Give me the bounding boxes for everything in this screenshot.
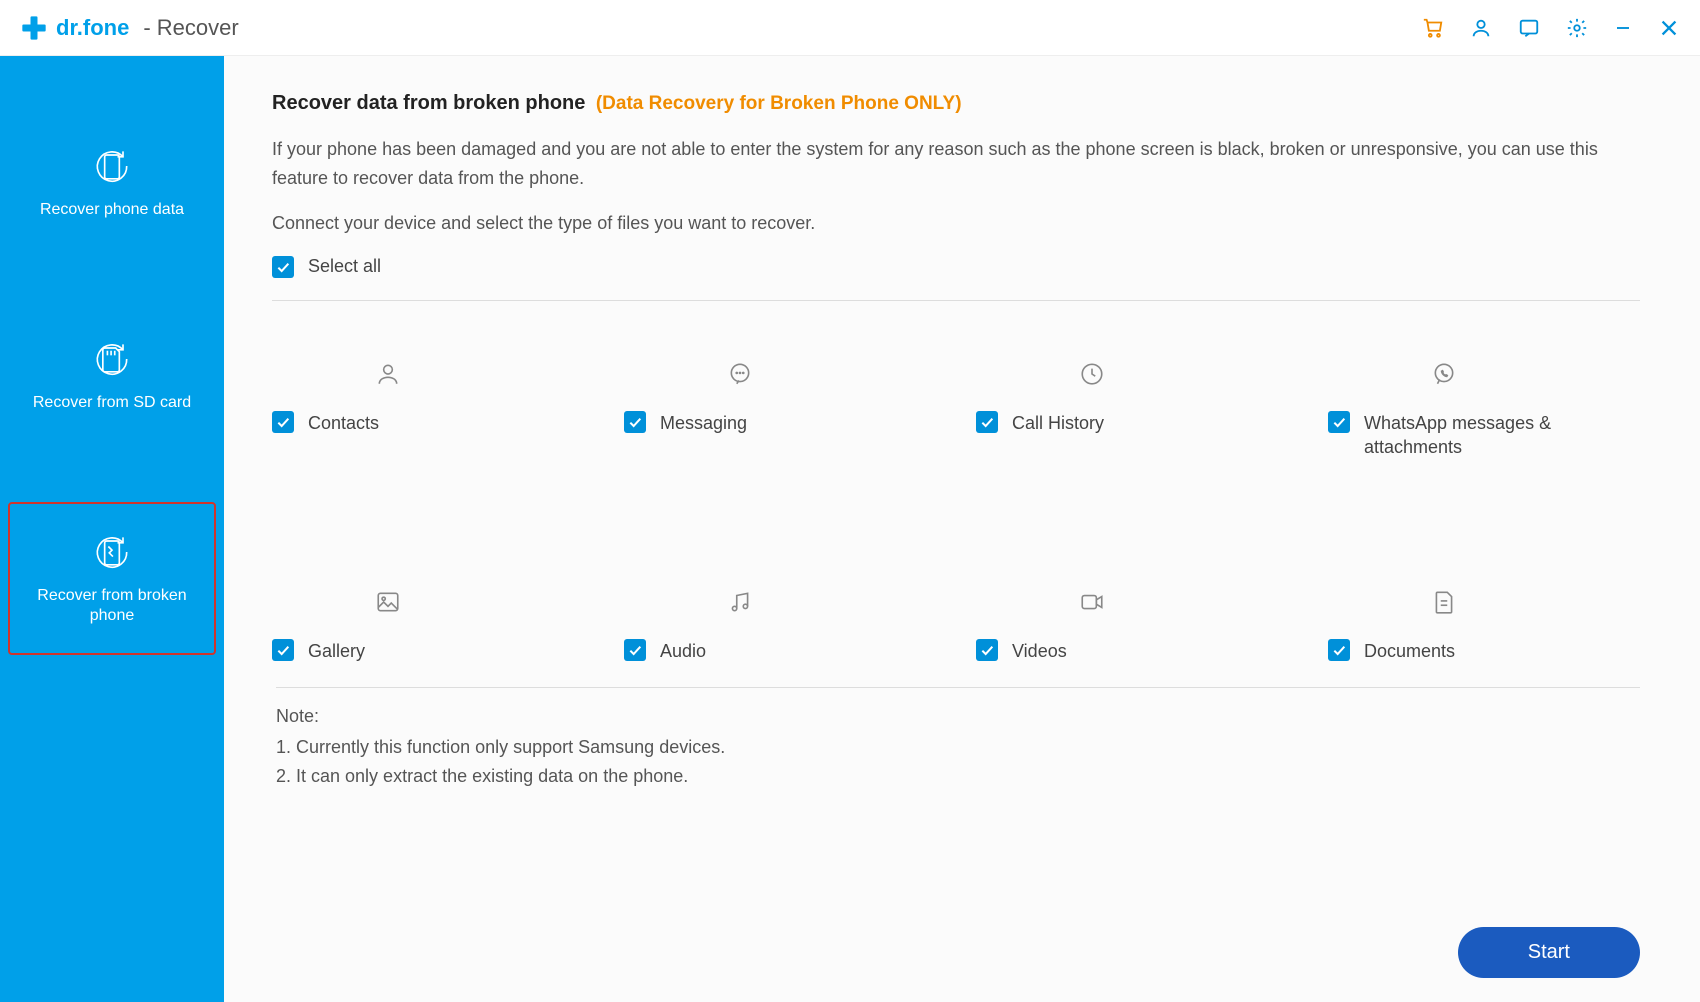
whatsapp-checkbox[interactable] xyxy=(1328,411,1350,433)
instruction-text: Connect your device and select the type … xyxy=(272,213,1640,234)
whatsapp-icon xyxy=(1431,361,1457,387)
minimize-icon[interactable] xyxy=(1614,17,1632,39)
select-all-checkbox[interactable] xyxy=(272,256,294,278)
datatype-audio: Audio xyxy=(624,589,936,663)
notes-line1: 1. Currently this function only support … xyxy=(276,733,1640,762)
notes: Note: 1. Currently this function only su… xyxy=(276,687,1640,790)
gallery-checkbox[interactable] xyxy=(272,639,294,661)
footer: Start xyxy=(1458,927,1640,978)
main-panel: Recover data from broken phone (Data Rec… xyxy=(224,56,1700,1002)
documents-checkbox[interactable] xyxy=(1328,639,1350,661)
page-subtitle: (Data Recovery for Broken Phone ONLY) xyxy=(596,93,962,114)
audio-icon xyxy=(727,589,753,615)
logo-area: dr.fone - Recover xyxy=(20,14,239,42)
datatype-label: Contacts xyxy=(308,411,379,435)
datatype-gallery: Gallery xyxy=(272,589,584,663)
plus-logo-icon xyxy=(20,14,48,42)
datatype-contacts: Contacts xyxy=(272,361,584,460)
datatype-label: Documents xyxy=(1364,639,1455,663)
close-icon[interactable] xyxy=(1658,17,1680,39)
datatype-whatsapp: WhatsApp messages & attachments xyxy=(1328,361,1640,460)
page-title: Recover data from broken phone xyxy=(272,92,585,114)
datatype-label: Videos xyxy=(1012,639,1067,663)
datatype-documents: Documents xyxy=(1328,589,1640,663)
select-all-row: Select all xyxy=(272,256,1640,301)
datatype-label: Gallery xyxy=(308,639,365,663)
contacts-checkbox[interactable] xyxy=(272,411,294,433)
datatype-messaging: Messaging xyxy=(624,361,936,460)
broken-phone-icon xyxy=(90,530,134,574)
datatype-callhistory: Call History xyxy=(976,361,1288,460)
datatype-label: Audio xyxy=(660,639,706,663)
description-text: If your phone has been damaged and you a… xyxy=(272,135,1612,193)
select-all-label: Select all xyxy=(308,256,381,277)
video-icon xyxy=(1079,589,1105,615)
messaging-icon xyxy=(727,361,753,387)
titlebar-controls xyxy=(1422,17,1680,39)
document-icon xyxy=(1431,589,1457,615)
sidebar-item-label: Recover from SD card xyxy=(33,393,191,414)
brand-text: dr.fone xyxy=(56,15,129,41)
sidebar-item-recover-sd[interactable]: Recover from SD card xyxy=(0,309,224,442)
phone-recover-icon xyxy=(90,144,134,188)
notes-title: Note: xyxy=(276,702,1640,731)
datatype-label: WhatsApp messages & attachments xyxy=(1364,411,1564,460)
module-text: - Recover xyxy=(143,15,238,41)
datatype-label: Messaging xyxy=(660,411,747,435)
gear-icon[interactable] xyxy=(1566,17,1588,39)
sidebar-item-label: Recover phone data xyxy=(40,200,184,221)
contacts-icon xyxy=(375,361,401,387)
user-icon[interactable] xyxy=(1470,17,1492,39)
datatype-grid: Contacts Messaging Call History WhatsApp… xyxy=(272,361,1640,664)
sidebar-item-recover-phone[interactable]: Recover phone data xyxy=(0,116,224,249)
messaging-checkbox[interactable] xyxy=(624,411,646,433)
sidebar: Recover phone data Recover from SD card … xyxy=(0,56,224,1002)
clock-icon xyxy=(1079,361,1105,387)
cart-icon[interactable] xyxy=(1422,17,1444,39)
sd-recover-icon xyxy=(90,337,134,381)
feedback-icon[interactable] xyxy=(1518,17,1540,39)
datatype-videos: Videos xyxy=(976,589,1288,663)
sidebar-item-label: Recover from broken phone xyxy=(18,586,206,628)
titlebar: dr.fone - Recover xyxy=(0,0,1700,56)
datatype-label: Call History xyxy=(1012,411,1104,435)
audio-checkbox[interactable] xyxy=(624,639,646,661)
callhistory-checkbox[interactable] xyxy=(976,411,998,433)
start-button[interactable]: Start xyxy=(1458,927,1640,978)
heading-row: Recover data from broken phone (Data Rec… xyxy=(272,92,1640,115)
gallery-icon xyxy=(375,589,401,615)
videos-checkbox[interactable] xyxy=(976,639,998,661)
notes-line2: 2. It can only extract the existing data… xyxy=(276,762,1640,791)
sidebar-item-recover-broken[interactable]: Recover from broken phone xyxy=(8,502,216,656)
